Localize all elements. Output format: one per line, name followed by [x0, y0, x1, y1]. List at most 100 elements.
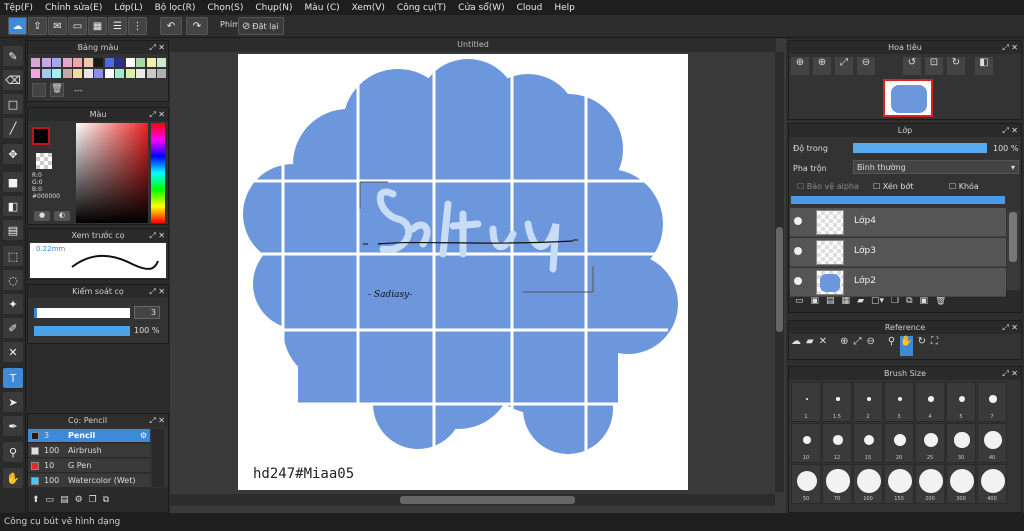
size-slider[interactable] [34, 308, 130, 318]
menu-layer[interactable]: Lớp(L) [114, 3, 142, 13]
color-swatch[interactable] [136, 68, 145, 78]
selected-layer-strip[interactable] [791, 196, 1005, 204]
hue-slider[interactable] [151, 123, 165, 223]
navigator-thumbnail[interactable] [883, 79, 933, 117]
color-swatch[interactable] [52, 68, 61, 78]
color-swatch[interactable] [73, 58, 82, 67]
ref-zoom-in-icon[interactable]: ⊕ [840, 336, 848, 356]
color-swatch[interactable] [115, 58, 124, 67]
new-folder-icon[interactable]: ▰ [857, 296, 864, 306]
brush-size-cell[interactable]: 15 [853, 423, 883, 463]
eraser-icon[interactable]: ⌫ [3, 70, 23, 90]
layer-properties-icon[interactable]: ▣ [920, 296, 929, 306]
color-swatch[interactable] [104, 58, 114, 67]
brush-folder-icon[interactable]: ▤ [60, 495, 69, 505]
trash-icon[interactable]: 🗑 [50, 83, 64, 97]
brush-size-cell[interactable]: 100 [853, 464, 883, 504]
fill-rect-icon[interactable]: ■ [3, 172, 23, 192]
brush-size-cell[interactable]: 300 [946, 464, 976, 504]
delete-layer-icon[interactable]: 🗑 [935, 296, 946, 306]
ref-folder-icon[interactable]: ▰ [806, 336, 814, 356]
brush-settings-icon[interactable]: ⚙ [75, 495, 83, 505]
brush-size-cell[interactable]: 50 [791, 464, 821, 504]
new-layer-8bit-icon[interactable]: ▣ [811, 296, 820, 306]
pointer-icon[interactable]: ➤ [3, 392, 23, 412]
merge-layer-icon[interactable]: ⧉ [906, 296, 912, 306]
lasso-icon[interactable]: ◌ [3, 270, 23, 290]
ref-zoom-out-icon[interactable]: ⊖ [866, 336, 874, 356]
brush-size-cell[interactable]: 20 [884, 423, 914, 463]
brush-size-cell[interactable]: 400 [977, 464, 1007, 504]
brush-size-cell[interactable]: 150 [884, 464, 914, 504]
saturation-picker[interactable] [76, 123, 148, 223]
brush-size-cell[interactable]: 70 [822, 464, 852, 504]
vertical-scrollbar[interactable] [775, 52, 784, 492]
size-value[interactable]: 3 [134, 306, 160, 319]
text-tool-icon[interactable]: T [3, 368, 23, 388]
flip-icon[interactable]: ◧ [975, 57, 993, 75]
protect-alpha-checkbox[interactable]: ☐ Bảo vệ alpha [797, 182, 859, 191]
ref-rotate-icon[interactable]: ↻ [918, 336, 926, 356]
color-swatch[interactable] [136, 58, 145, 67]
color-sample-icon[interactable]: ● [34, 211, 50, 221]
color-swatch[interactable] [104, 68, 114, 78]
color-history-icon[interactable]: ◐ [54, 211, 70, 221]
color-swatch[interactable] [62, 58, 72, 67]
menu-help[interactable]: Help [554, 3, 575, 13]
brush-list-item[interactable]: 3 Pencil ⚙ [28, 429, 150, 443]
ref-hand-icon[interactable]: ✋ [900, 336, 913, 356]
gear-icon[interactable]: ⚙ [140, 429, 147, 443]
export-icon[interactable]: ⇪ [28, 17, 47, 35]
lock-checkbox[interactable]: ☐ Khóa [949, 182, 979, 191]
new-swatch-icon[interactable] [32, 83, 46, 97]
select-pen-icon[interactable]: ✐ [3, 318, 23, 338]
brush-size-cell[interactable]: 4 [915, 382, 945, 422]
document-tab[interactable]: Untitled [170, 38, 776, 52]
panel-close-icon[interactable]: ⤢ ✕ [149, 41, 165, 54]
color-swatch[interactable] [31, 68, 40, 78]
pen-icon[interactable]: ✒ [3, 416, 23, 436]
brush-size-cell[interactable]: 1 [791, 382, 821, 422]
panel-close-icon[interactable]: ⤢ ✕ [149, 414, 165, 427]
menu-cloud[interactable]: Cloud [517, 3, 543, 13]
primary-color[interactable] [32, 127, 50, 145]
layer-row[interactable]: Lớp2 [790, 268, 1006, 297]
ref-fit-icon[interactable]: ⤢ [853, 336, 861, 356]
panel-close-icon[interactable]: ⤢ ✕ [149, 108, 165, 121]
layers-scrollbar[interactable] [1007, 210, 1019, 290]
cloud-icon[interactable]: ☁ [8, 17, 27, 35]
menu-view[interactable]: Xem(V) [352, 3, 385, 13]
add-layer-menu-icon[interactable]: ▢▾ [871, 296, 884, 306]
import-image-icon[interactable]: ▦ [842, 296, 851, 306]
hand-icon[interactable]: ✋ [3, 468, 23, 488]
panel-close-icon[interactable]: ⤢ ✕ [149, 285, 165, 298]
new-layer-1bit-icon[interactable]: ▤ [826, 296, 835, 306]
bucket-icon[interactable]: ◧ [3, 196, 23, 216]
layer-row[interactable]: Lớp4 [790, 208, 1006, 237]
brush-add-icon[interactable]: ⬆ [32, 495, 40, 505]
opacity-slider[interactable] [34, 326, 130, 336]
rotate-left-icon[interactable]: ↺ [903, 57, 921, 75]
share-icon[interactable]: ⋮ [128, 17, 147, 35]
line-icon[interactable]: ╱ [3, 118, 23, 138]
color-swatch[interactable] [41, 68, 51, 78]
select-eraser-icon[interactable]: ✕ [3, 342, 23, 362]
color-swatch[interactable] [125, 58, 135, 67]
move-icon[interactable]: ✥ [3, 144, 23, 164]
reset-button[interactable]: ⊘ Đặt lại [238, 17, 284, 35]
color-swatch[interactable] [31, 58, 40, 67]
undo-icon[interactable]: ↶ [160, 17, 182, 35]
brush-size-cell[interactable]: 1.5 [822, 382, 852, 422]
chat-icon[interactable]: ✉ [48, 17, 67, 35]
clip-checkbox[interactable]: ☐ Xén bớt [873, 182, 913, 191]
menu-filter[interactable]: Bộ lọc(R) [155, 3, 196, 13]
document-canvas[interactable]: - Sadiasy- hd247#Miaa05 [238, 54, 688, 490]
select-dotted-icon[interactable]: ⬚ [3, 246, 23, 266]
layer-row[interactable]: Lớp3 [790, 238, 1006, 267]
magic-wand-icon[interactable]: ✦ [3, 294, 23, 314]
color-swatch[interactable] [83, 58, 93, 67]
menu-list-icon[interactable]: ☰ [108, 17, 127, 35]
brush-list-item[interactable]: 10 G Pen [28, 459, 150, 473]
brush-size-cell[interactable]: 3 [884, 382, 914, 422]
color-swatch[interactable] [125, 68, 135, 78]
